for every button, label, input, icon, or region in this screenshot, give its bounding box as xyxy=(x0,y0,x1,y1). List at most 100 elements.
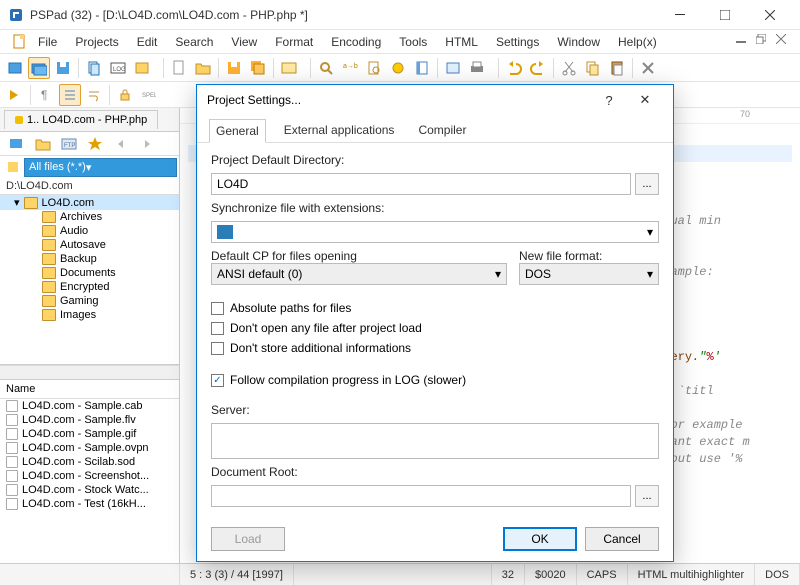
file-format-combo[interactable]: DOS▾ xyxy=(519,263,659,285)
hex-icon[interactable] xyxy=(278,57,300,79)
new-file-icon[interactable] xyxy=(12,34,28,50)
open-file-icon[interactable] xyxy=(192,57,214,79)
horizontal-scrollbar[interactable] xyxy=(0,365,179,379)
nav-right-icon[interactable] xyxy=(136,133,158,155)
file-list-header[interactable]: Name xyxy=(0,379,179,399)
document-root-input[interactable] xyxy=(211,485,631,507)
favorites-icon[interactable] xyxy=(84,133,106,155)
menu-window[interactable]: Window xyxy=(549,32,608,52)
menu-html[interactable]: HTML xyxy=(437,32,486,52)
project-new-icon[interactable] xyxy=(4,57,26,79)
browse-docroot-button[interactable]: ... xyxy=(635,485,659,507)
checkbox-follow-compilation[interactable]: ✓Follow compilation progress in LOG (slo… xyxy=(211,373,659,387)
list-item[interactable]: LO4D.com - Scilab.sod xyxy=(0,455,179,469)
server-input[interactable] xyxy=(211,423,659,459)
default-cp-combo[interactable]: ANSI default (0)▾ xyxy=(211,263,507,285)
list-item[interactable]: LO4D.com - Sample.flv xyxy=(0,413,179,427)
dialog-titlebar[interactable]: Project Settings... ? ✕ xyxy=(197,85,673,115)
editor-tab[interactable]: 1.. LO4D.com - PHP.php xyxy=(4,110,158,129)
close-file-icon[interactable] xyxy=(637,57,659,79)
folder-icon[interactable] xyxy=(32,133,54,155)
checkbox-no-open[interactable]: Don't open any file after project load xyxy=(211,321,659,335)
arrow-icon[interactable] xyxy=(4,84,26,106)
search-icon[interactable] xyxy=(315,57,337,79)
menu-projects[interactable]: Projects xyxy=(67,32,126,52)
copy-icon[interactable] xyxy=(582,57,604,79)
list-item[interactable]: LO4D.com - Stock Watc... xyxy=(0,483,179,497)
cut-icon[interactable] xyxy=(558,57,580,79)
default-directory-input[interactable] xyxy=(211,173,631,195)
close-button[interactable] xyxy=(747,1,792,29)
list-item[interactable]: LO4D.com - Test (16kH... xyxy=(0,497,179,511)
folder-tree[interactable]: ▾LO4D.com Archives Audio Autosave Backup… xyxy=(0,195,179,365)
ftp-icon[interactable]: FTP xyxy=(58,133,80,155)
project-save-icon[interactable] xyxy=(52,57,74,79)
nav-left-icon[interactable] xyxy=(110,133,132,155)
new-file-icon2[interactable] xyxy=(168,57,190,79)
tree-item[interactable]: Audio xyxy=(0,224,179,238)
tree-folder[interactable]: ▾LO4D.com xyxy=(0,195,179,210)
tree-item[interactable]: Documents xyxy=(0,266,179,280)
menu-tools[interactable]: Tools xyxy=(391,32,435,52)
sync-extensions-combo[interactable]: ▾ xyxy=(211,221,659,243)
tree-item[interactable]: Backup xyxy=(0,252,179,266)
menu-view[interactable]: View xyxy=(223,32,265,52)
file-list[interactable]: Name LO4D.com - Sample.cab LO4D.com - Sa… xyxy=(0,379,179,563)
list-item[interactable]: LO4D.com - Sample.ovpn xyxy=(0,441,179,455)
paste-icon[interactable] xyxy=(606,57,628,79)
save-all-icon[interactable] xyxy=(247,57,269,79)
mdi-minimize-icon[interactable] xyxy=(736,34,754,50)
folder-tree-icon[interactable] xyxy=(6,133,28,155)
project-files-icon[interactable] xyxy=(83,57,105,79)
wrap-icon[interactable] xyxy=(83,84,105,106)
book-icon[interactable] xyxy=(411,57,433,79)
menu-edit[interactable]: Edit xyxy=(129,32,166,52)
list-item[interactable]: LO4D.com - Sample.gif xyxy=(0,427,179,441)
log-icon[interactable]: LOG xyxy=(107,57,129,79)
tab-general[interactable]: General xyxy=(209,119,266,143)
checkbox-absolute-paths[interactable]: Absolute paths for files xyxy=(211,301,659,315)
tree-item[interactable]: Encrypted xyxy=(0,280,179,294)
browse-directory-button[interactable]: ... xyxy=(635,173,659,195)
para-icon[interactable]: ¶ xyxy=(35,84,57,106)
menu-format[interactable]: Format xyxy=(267,32,321,52)
checkbox-no-store[interactable]: Don't store additional informations xyxy=(211,341,659,355)
menu-encoding[interactable]: Encoding xyxy=(323,32,389,52)
save-icon[interactable] xyxy=(223,57,245,79)
menu-file[interactable]: File xyxy=(30,32,65,52)
mdi-restore-icon[interactable] xyxy=(756,34,774,50)
list-item[interactable]: LO4D.com - Sample.cab xyxy=(0,399,179,413)
tree-item[interactable]: Autosave xyxy=(0,238,179,252)
lock-icon[interactable] xyxy=(114,84,136,106)
dialog-close-button[interactable]: ✕ xyxy=(627,92,663,108)
maximize-button[interactable] xyxy=(702,1,747,29)
print-icon[interactable] xyxy=(466,57,488,79)
project-open-icon[interactable] xyxy=(28,57,50,79)
help-button[interactable]: ? xyxy=(591,93,627,108)
menu-help[interactable]: Help(x) xyxy=(610,32,665,52)
find-in-files-icon[interactable] xyxy=(363,57,385,79)
lines-icon[interactable] xyxy=(59,84,81,106)
undo-icon[interactable] xyxy=(503,57,525,79)
tree-item[interactable]: Images xyxy=(0,308,179,322)
ok-button[interactable]: OK xyxy=(503,527,577,551)
tab-external[interactable]: External applications xyxy=(278,119,401,142)
redo-icon[interactable] xyxy=(527,57,549,79)
menu-settings[interactable]: Settings xyxy=(488,32,547,52)
file-filter-combo[interactable]: All files (*.*) ▾ xyxy=(24,158,177,177)
bookmark-icon[interactable] xyxy=(387,57,409,79)
mdi-close-icon[interactable] xyxy=(776,34,794,50)
load-button[interactable]: Load xyxy=(211,527,285,551)
preview-icon[interactable] xyxy=(442,57,464,79)
tree-item[interactable]: Archives xyxy=(0,210,179,224)
menu-search[interactable]: Search xyxy=(167,32,221,52)
replace-icon[interactable]: a→b xyxy=(339,57,361,79)
project-settings-icon[interactable] xyxy=(131,57,153,79)
tree-item[interactable]: Gaming xyxy=(0,294,179,308)
tab-compiler[interactable]: Compiler xyxy=(412,119,472,142)
filter-icon[interactable] xyxy=(2,156,24,178)
spell-icon[interactable]: SPELL xyxy=(138,84,160,106)
cancel-button[interactable]: Cancel xyxy=(585,527,659,551)
list-item[interactable]: LO4D.com - Screenshot... xyxy=(0,469,179,483)
minimize-button[interactable] xyxy=(657,1,702,29)
